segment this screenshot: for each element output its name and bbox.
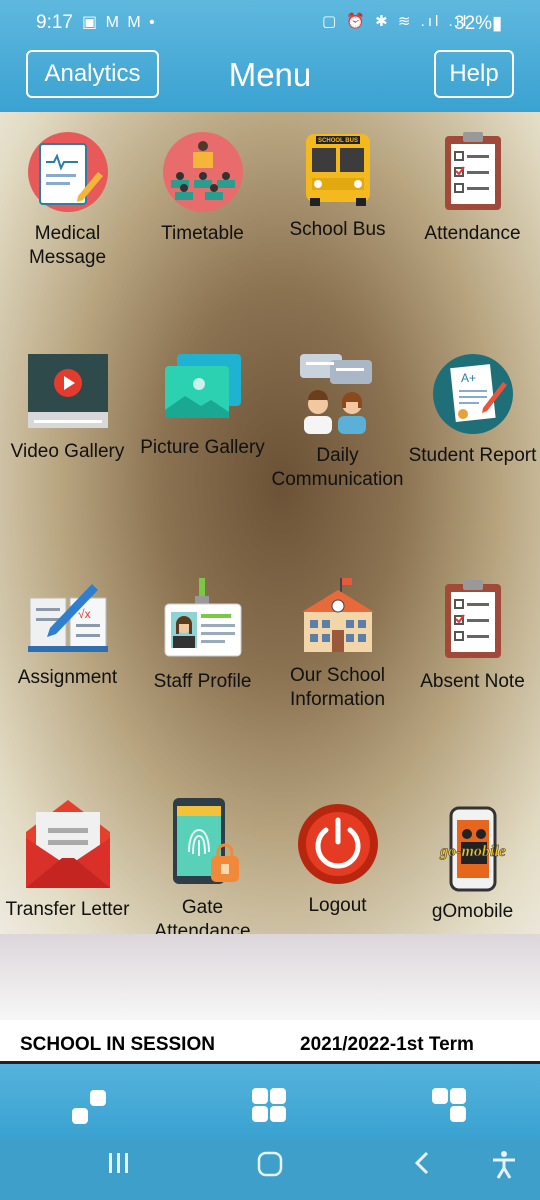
menu-item-medical-message[interactable]: Medical Message: [0, 130, 135, 270]
menu-item-logout[interactable]: Logout: [270, 802, 405, 918]
menu-item-label: Picture Gallery: [140, 437, 265, 458]
menu-item-timetable[interactable]: Timetable: [135, 130, 270, 246]
svg-text:A+: A+: [461, 371, 476, 385]
accessibility-icon[interactable]: [490, 1150, 518, 1187]
report-grade-icon: A+: [432, 354, 513, 434]
menu-item-label: Logout: [308, 895, 367, 916]
empty-area: [0, 934, 540, 1020]
menu-item-video-gallery[interactable]: Video Gallery: [0, 352, 135, 464]
menu-item-assignment[interactable]: √x Assignment: [0, 578, 135, 690]
presentation-icon: [162, 132, 243, 212]
menu-item-label: School Bus: [289, 219, 386, 240]
top-header: 9:17 ▣ M M • ▢ ⏰ ✱ ≋ .ıl .ıl 32%▮ Analyt…: [0, 0, 540, 112]
envelope-icon: [25, 800, 110, 888]
back-icon[interactable]: [410, 1150, 436, 1183]
tab-small-grid-icon[interactable]: [70, 1084, 110, 1124]
system-icons: ▢ ⏰ ✱ ≋ .ıl .ıl: [322, 13, 470, 30]
home-icon[interactable]: [256, 1150, 284, 1185]
chat-people-icon: [299, 354, 372, 434]
battery-indicator: 32%▮: [454, 13, 503, 34]
menu-item-label: Attendance: [424, 223, 521, 244]
school-bus-icon: SCHOOL BUS: [305, 134, 370, 206]
menu-item-label: Transfer Letter: [5, 899, 130, 920]
menu-item-label: Daily Communication: [271, 445, 404, 490]
session-term: 2021/2022-1st Term: [300, 1034, 474, 1055]
medical-clipboard-icon: [27, 132, 108, 212]
menu-item-attendance[interactable]: Attendance: [405, 130, 540, 246]
gomobile-logo-text: go-mobile: [439, 843, 506, 860]
menu-item-absent-note[interactable]: Absent Note: [405, 578, 540, 694]
recent-apps-icon[interactable]: [106, 1150, 132, 1183]
menu-item-label: Staff Profile: [153, 671, 252, 692]
bus-sign-text: SCHOOL BUS: [318, 138, 358, 144]
menu-item-label: Timetable: [161, 223, 244, 244]
menu-item-label: Our School Information: [289, 665, 386, 710]
power-icon: [297, 804, 378, 884]
menu-item-gate-attendance[interactable]: Gate Attendance: [135, 796, 270, 944]
school-building-icon: [301, 578, 374, 652]
menu-item-label: Student Report: [408, 445, 537, 466]
fingerprint-lock-icon: [172, 798, 239, 884]
tab-grid-icon[interactable]: [250, 1084, 290, 1124]
book-pencil-icon: √x: [27, 584, 108, 652]
menu-item-school-bus[interactable]: SCHOOL BUS School Bus: [270, 126, 405, 242]
menu-item-student-report[interactable]: A+ Student Report: [405, 352, 540, 468]
notification-icons: ▣ M M •: [82, 14, 157, 31]
menu-item-label: Absent Note: [420, 671, 525, 692]
tab-three-squares-icon[interactable]: [430, 1084, 470, 1124]
help-button[interactable]: Help: [434, 50, 514, 98]
picture-stack-icon: [164, 354, 241, 418]
checklist-clipboard-icon: [444, 132, 501, 210]
status-time: 9:17: [36, 12, 73, 33]
system-navigation-bar: [0, 1138, 540, 1200]
menu-item-label: Video Gallery: [10, 441, 125, 462]
status-bar: 9:17 ▣ M M • ▢ ⏰ ✱ ≋ .ıl .ıl 32%▮: [0, 0, 540, 44]
checklist-clipboard-icon: [444, 580, 501, 658]
menu-item-staff-profile[interactable]: Staff Profile: [135, 578, 270, 694]
session-bar: SCHOOL IN SESSION 2021/2022-1st Term: [0, 1020, 540, 1064]
menu-item-gomobile[interactable]: go-mobile gOmobile: [405, 806, 540, 924]
menu-item-picture-gallery[interactable]: Picture Gallery: [135, 352, 270, 460]
phone-logo-icon: go-mobile: [438, 806, 506, 892]
menu-item-daily-communication[interactable]: Daily Communication: [270, 352, 405, 492]
bottom-tab-bar: [0, 1064, 540, 1138]
svg-text:√x: √x: [78, 607, 91, 621]
video-play-icon: [27, 354, 108, 428]
menu-item-label: Assignment: [17, 667, 118, 688]
menu-item-our-school-information[interactable]: Our School Information: [270, 576, 405, 712]
menu-item-transfer-letter[interactable]: Transfer Letter: [0, 798, 135, 922]
menu-grid: Medical Message Timetable SCHOOL BUS Sch…: [0, 112, 540, 942]
session-status: SCHOOL IN SESSION: [20, 1034, 215, 1055]
menu-item-label: gOmobile: [431, 901, 514, 922]
menu-item-label: Medical Message: [28, 223, 107, 268]
id-badge-icon: [164, 578, 241, 657]
